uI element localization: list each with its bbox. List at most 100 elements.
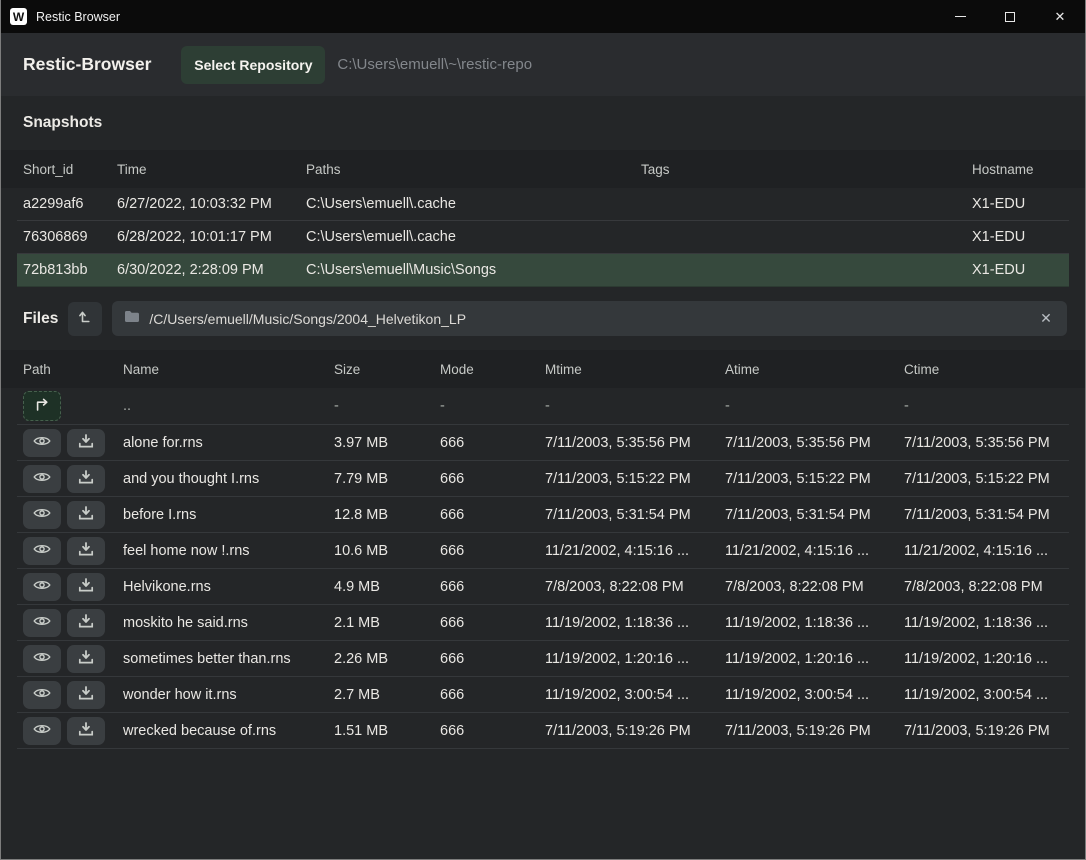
close-icon: ✕ [1055, 10, 1066, 23]
download-file-button[interactable] [67, 681, 105, 709]
preview-file-button[interactable] [23, 573, 61, 601]
maximize-button[interactable] [985, 0, 1035, 33]
snapshot-hostname: X1-EDU [972, 262, 1069, 278]
column-header-tags: Tags [641, 162, 972, 177]
preview-file-button[interactable] [23, 429, 61, 457]
file-atime: 7/11/2003, 5:35:56 PM [725, 435, 904, 451]
file-actions [23, 609, 123, 637]
eye-icon [33, 470, 51, 487]
files-table-header: Path Name Size Mode Mtime Atime Ctime [1, 350, 1085, 388]
file-row: wonder how it.rns 2.7 MB 666 11/19/2002,… [17, 677, 1069, 713]
column-header-paths: Paths [306, 162, 641, 177]
preview-file-button[interactable] [23, 465, 61, 493]
file-mtime: - [545, 398, 725, 414]
file-mtime: 7/8/2003, 8:22:08 PM [545, 579, 725, 595]
file-size: 2.7 MB [334, 687, 440, 703]
minimize-icon [955, 16, 966, 17]
window-title: Restic Browser [36, 10, 120, 24]
file-row: before I.rns 12.8 MB 666 7/11/2003, 5:31… [17, 497, 1069, 533]
file-ctime: 11/19/2002, 1:18:36 ... [904, 615, 1069, 631]
file-name: moskito he said.rns [123, 615, 334, 631]
file-name: .. [123, 398, 334, 414]
download-icon [78, 506, 94, 523]
file-row: moskito he said.rns 2.1 MB 666 11/19/200… [17, 605, 1069, 641]
file-row: feel home now !.rns 10.6 MB 666 11/21/20… [17, 533, 1069, 569]
snapshot-hostname: X1-EDU [972, 196, 1069, 212]
eye-icon [33, 578, 51, 595]
eye-icon [33, 542, 51, 559]
download-file-button[interactable] [67, 465, 105, 493]
file-row: and you thought I.rns 7.79 MB 666 7/11/2… [17, 461, 1069, 497]
minimize-button[interactable] [935, 0, 985, 33]
file-ctime: 7/8/2003, 8:22:08 PM [904, 579, 1069, 595]
parent-directory-actions [23, 391, 123, 421]
snapshot-paths: C:\Users\emuell\Music\Songs [306, 262, 641, 278]
file-mtime: 11/19/2002, 1:20:16 ... [545, 651, 725, 667]
file-mtime: 7/11/2003, 5:19:26 PM [545, 723, 725, 739]
files-path-input[interactable] [149, 311, 1026, 327]
column-header-short-id: Short_id [23, 162, 117, 177]
files-toolbar: Files ✕ [1, 287, 1085, 350]
clear-path-button[interactable]: ✕ [1035, 308, 1057, 330]
file-atime: 11/19/2002, 1:20:16 ... [725, 651, 904, 667]
preview-file-button[interactable] [23, 645, 61, 673]
eye-icon [33, 722, 51, 739]
file-ctime: 7/11/2003, 5:15:22 PM [904, 471, 1069, 487]
select-repository-button[interactable]: Select Repository [181, 46, 325, 84]
go-up-directory-button[interactable] [68, 302, 102, 336]
file-actions [23, 681, 123, 709]
file-mode: 666 [440, 507, 545, 523]
file-atime: 7/8/2003, 8:22:08 PM [725, 579, 904, 595]
column-header-path: Path [23, 362, 123, 377]
download-file-button[interactable] [67, 537, 105, 565]
download-file-button[interactable] [67, 609, 105, 637]
download-icon [78, 614, 94, 631]
preview-file-button[interactable] [23, 681, 61, 709]
parent-directory-row[interactable]: .. - - - - - [17, 388, 1069, 425]
file-name: Helvikone.rns [123, 579, 334, 595]
snapshot-row[interactable]: 72b813bb 6/30/2022, 2:28:09 PM C:\Users\… [17, 254, 1069, 287]
column-header-size: Size [334, 362, 440, 377]
download-file-button[interactable] [67, 501, 105, 529]
snapshot-short-id: 72b813bb [23, 262, 117, 278]
preview-file-button[interactable] [23, 717, 61, 745]
file-mode: 666 [440, 543, 545, 559]
column-header-name: Name [123, 362, 334, 377]
download-icon [78, 578, 94, 595]
app-header: Restic-Browser Select Repository [1, 33, 1085, 96]
eye-icon [33, 434, 51, 451]
preview-file-button[interactable] [23, 609, 61, 637]
column-header-time: Time [117, 162, 306, 177]
app-window: W Restic Browser ✕ Restic-Browser Select… [0, 0, 1086, 860]
repository-path-field[interactable] [337, 56, 937, 73]
preview-file-button[interactable] [23, 501, 61, 529]
file-mode: 666 [440, 471, 545, 487]
go-parent-directory-button[interactable] [23, 391, 61, 421]
titlebar[interactable]: W Restic Browser ✕ [1, 0, 1085, 33]
file-name: wonder how it.rns [123, 687, 334, 703]
file-actions [23, 645, 123, 673]
snapshot-paths: C:\Users\emuell\.cache [306, 196, 641, 212]
snapshot-row[interactable]: 76306869 6/28/2022, 10:01:17 PM C:\Users… [17, 221, 1069, 254]
file-size: 2.26 MB [334, 651, 440, 667]
file-row: alone for.rns 3.97 MB 666 7/11/2003, 5:3… [17, 425, 1069, 461]
snapshot-row[interactable]: a2299af6 6/27/2022, 10:03:32 PM C:\Users… [17, 188, 1069, 221]
download-file-button[interactable] [67, 429, 105, 457]
eye-icon [33, 614, 51, 631]
close-button[interactable]: ✕ [1035, 0, 1085, 33]
column-header-ctime: Ctime [904, 362, 1085, 377]
download-file-button[interactable] [67, 573, 105, 601]
file-size: 2.1 MB [334, 615, 440, 631]
download-file-button[interactable] [67, 645, 105, 673]
file-size: 1.51 MB [334, 723, 440, 739]
file-ctime: 11/21/2002, 4:15:16 ... [904, 543, 1069, 559]
file-atime: 7/11/2003, 5:19:26 PM [725, 723, 904, 739]
snapshots-table-body: a2299af6 6/27/2022, 10:03:32 PM C:\Users… [1, 188, 1085, 287]
file-actions [23, 717, 123, 745]
preview-file-button[interactable] [23, 537, 61, 565]
download-file-button[interactable] [67, 717, 105, 745]
download-icon [78, 434, 94, 451]
file-name: sometimes better than.rns [123, 651, 334, 667]
up-then-right-arrow-icon [34, 398, 50, 414]
file-name: feel home now !.rns [123, 543, 334, 559]
